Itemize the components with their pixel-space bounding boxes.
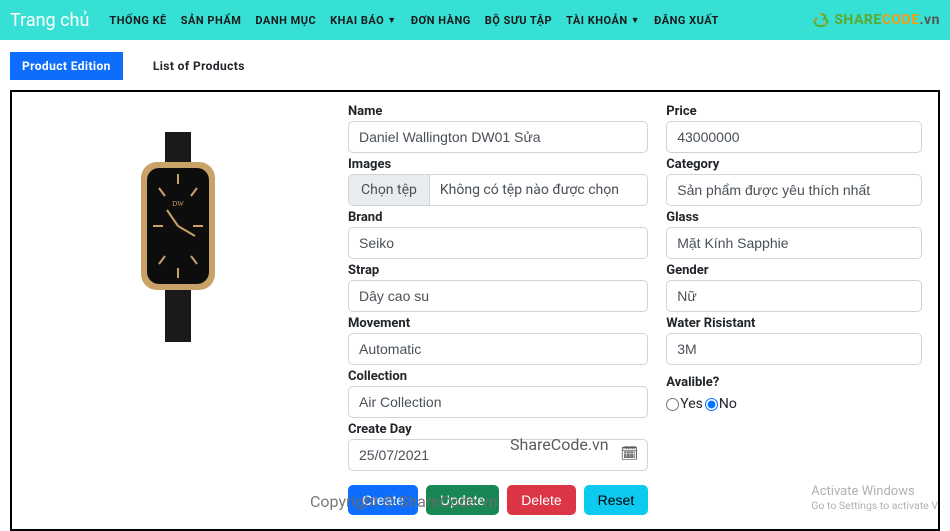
label-create-day: Create Day [348,422,648,437]
radio-no[interactable] [705,398,718,411]
tab-list-products[interactable]: List of Products [141,52,257,80]
radio-no-label[interactable]: No [705,396,737,412]
available-radio-group: Yes No [666,392,922,412]
recycle-icon [811,10,831,30]
nav-collection[interactable]: BỘ SƯU TẬP [485,14,552,27]
logo-text: SHARECODE.vn [834,12,940,28]
create-day-input[interactable] [348,439,648,471]
label-price: Price [666,104,922,119]
label-glass: Glass [666,210,922,225]
brand-input[interactable] [348,227,648,259]
label-movement: Movement [348,316,648,331]
tab-product-edition[interactable]: Product Edition [10,52,123,80]
reset-button[interactable]: Reset [584,485,649,515]
nav-declare[interactable]: KHAI BÁO▼ [330,14,397,27]
strap-input[interactable] [348,280,648,312]
water-input[interactable] [666,333,922,365]
form-panel: DW Name Images Chọn tệp Không có tệp nào… [10,90,940,531]
category-input[interactable] [666,174,922,206]
form-columns: Name Images Chọn tệp Không có tệp nào đư… [348,102,922,515]
label-category: Category [666,157,922,172]
create-button[interactable]: Create [348,485,418,515]
movement-input[interactable] [348,333,648,365]
label-available: Avalible? [666,375,922,390]
name-input[interactable] [348,121,648,153]
button-row: Create Update Delete Reset [348,485,648,515]
gender-input[interactable] [666,280,922,312]
label-name: Name [348,104,648,119]
nav-categories[interactable]: DANH MỤC [255,14,316,27]
label-strap: Strap [348,263,648,278]
file-choose-button[interactable]: Chọn tệp [349,175,430,205]
main-nav: THỐNG KÊ SẢN PHẨM DANH MỤC KHAI BÁO▼ ĐƠN… [109,14,799,27]
sharecode-logo[interactable]: SHARECODE.vn [811,10,940,30]
topbar: Trang chủ THỐNG KÊ SẢN PHẨM DANH MỤC KHA… [0,0,950,40]
chevron-down-icon: ▼ [387,15,396,26]
delete-button[interactable]: Delete [507,485,575,515]
collection-input[interactable] [348,386,648,418]
file-status-text: Không có tệp nào được chọn [430,175,629,205]
nav-logout[interactable]: ĐĂNG XUẤT [654,14,719,27]
radio-yes-label[interactable]: Yes [666,396,703,412]
nav-orders[interactable]: ĐƠN HÀNG [411,14,471,27]
glass-input[interactable] [666,227,922,259]
sub-nav: Product Edition List of Products [0,40,950,90]
label-collection: Collection [348,369,648,384]
brand-title[interactable]: Trang chủ [10,10,97,31]
nav-account[interactable]: TÀI KHOẢN▼ [566,14,640,27]
label-images: Images [348,157,648,172]
radio-yes[interactable] [666,398,679,411]
label-brand: Brand [348,210,648,225]
chevron-down-icon: ▼ [631,15,640,26]
watch-image: DW [123,132,233,342]
product-image-col: DW [28,102,328,515]
update-button[interactable]: Update [426,485,499,515]
form-right: Price Category Glass Gender Water Risist… [666,102,922,515]
nav-stats[interactable]: THỐNG KÊ [109,14,166,27]
label-gender: Gender [666,263,922,278]
nav-products[interactable]: SẢN PHẨM [181,14,242,27]
svg-text:DW: DW [172,200,184,208]
price-input[interactable] [666,121,922,153]
label-water: Water Risistant [666,316,922,331]
form-left: Name Images Chọn tệp Không có tệp nào đư… [348,102,648,515]
images-file-input[interactable]: Chọn tệp Không có tệp nào được chọn [348,174,648,206]
